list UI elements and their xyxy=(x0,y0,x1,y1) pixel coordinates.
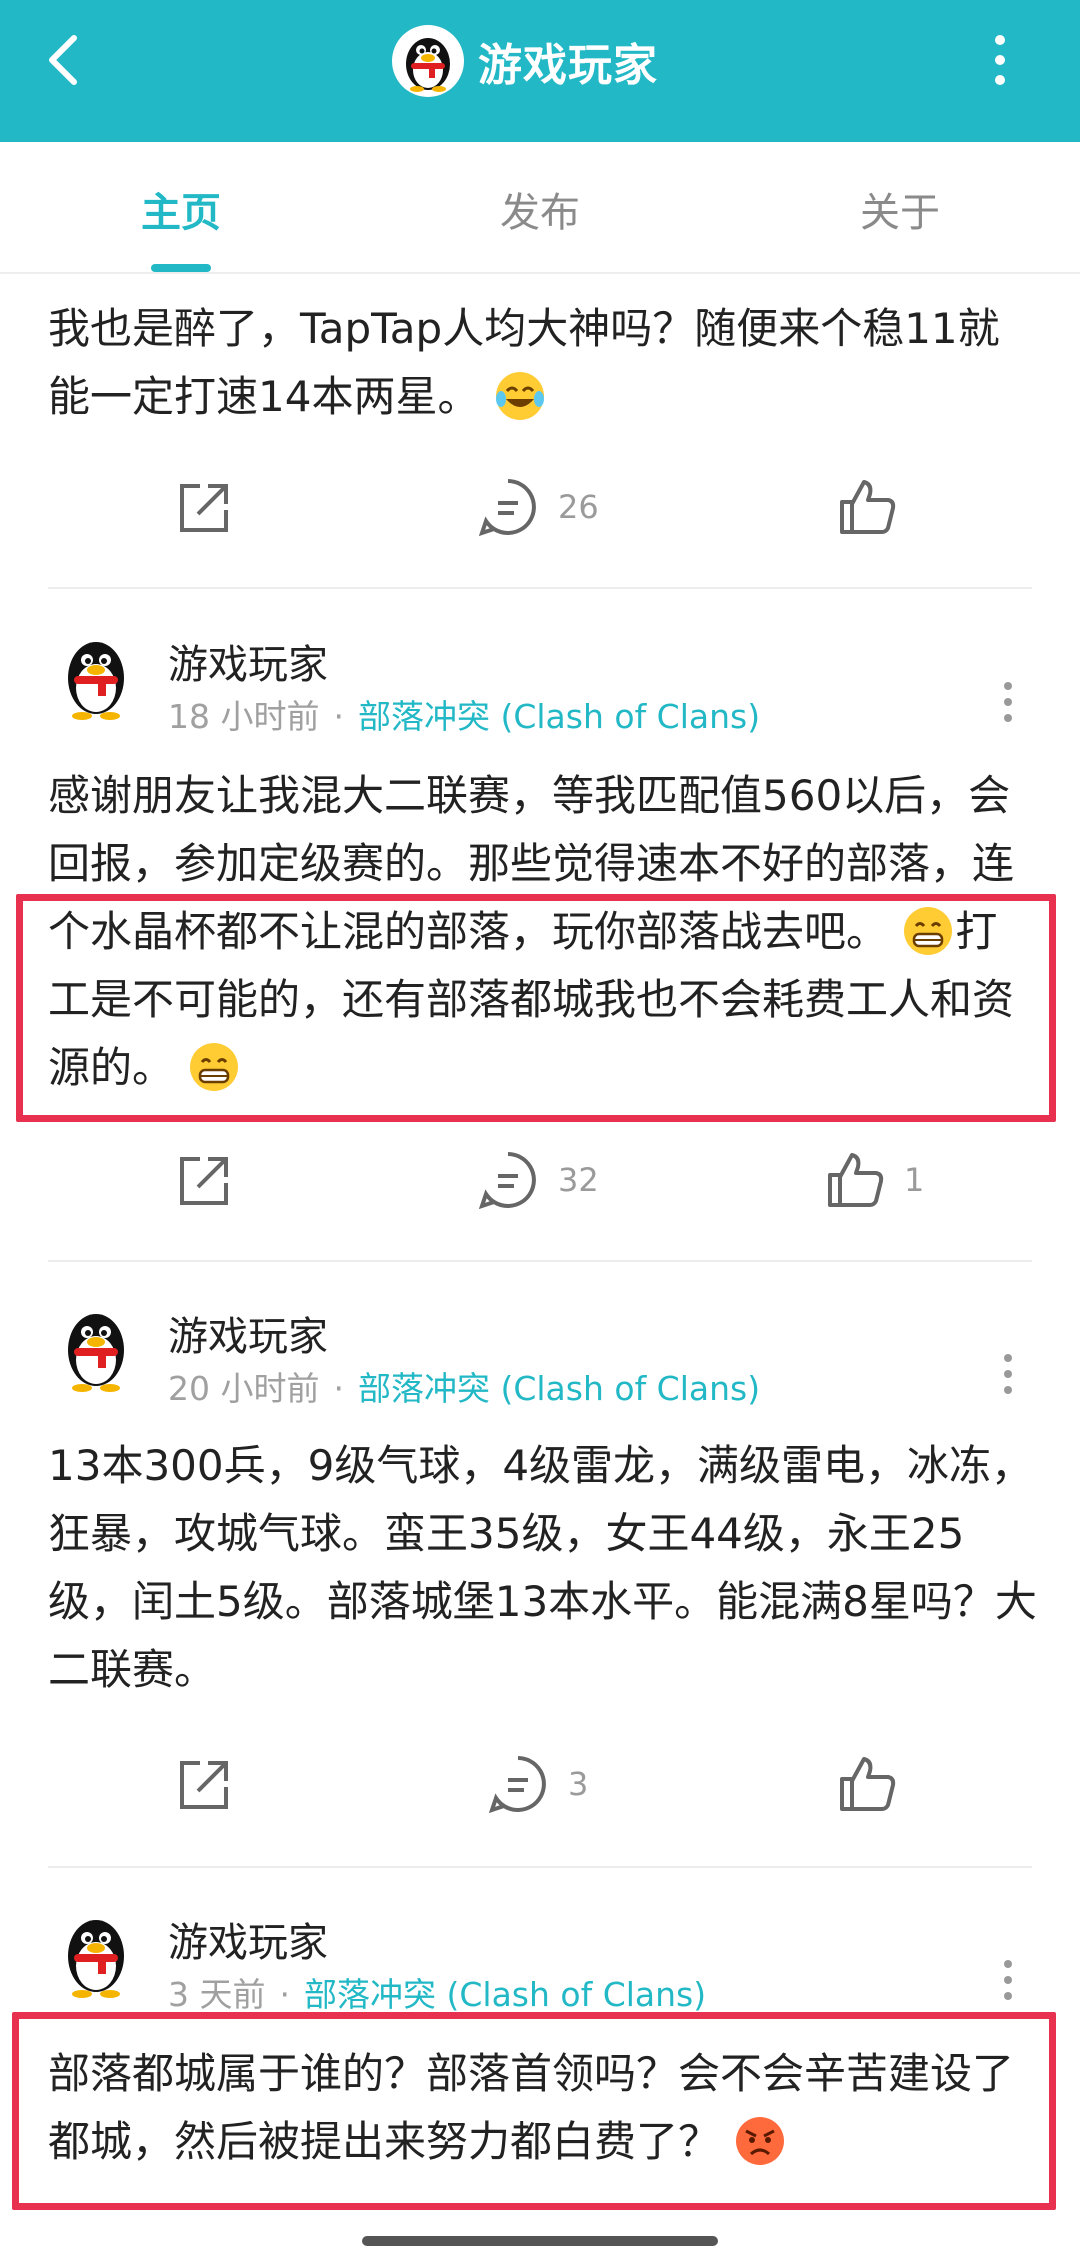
page-title: 游戏玩家 xyxy=(478,40,658,91)
tab-about[interactable]: 关于 xyxy=(800,180,1000,238)
tab-publish[interactable]: 发布 xyxy=(440,180,640,238)
post-time: 18 小时前 xyxy=(168,697,320,736)
post-more-icon[interactable] xyxy=(998,1350,1018,1400)
thumbs-up-icon xyxy=(840,480,896,534)
post-1-actions: 26 xyxy=(0,467,1080,547)
header-penguin-avatar xyxy=(392,25,464,97)
post-time: 3 天前 xyxy=(168,1975,266,2014)
share-button[interactable] xyxy=(172,1140,234,1220)
author-name[interactable]: 游戏玩家 xyxy=(168,1304,328,1362)
author-avatar[interactable] xyxy=(56,1910,136,2000)
highlight-box xyxy=(12,2012,1056,2210)
post-3-header: 游戏玩家 20 小时前 · 部落冲突 (Clash of Clans) xyxy=(0,1304,1080,1424)
author-avatar[interactable] xyxy=(56,632,136,722)
comment-bubble-icon xyxy=(478,1152,536,1210)
share-icon xyxy=(180,484,228,532)
divider xyxy=(48,1260,1032,1262)
comment-count: 32 xyxy=(558,1161,599,1199)
app-header: 游戏玩家 xyxy=(0,0,1080,142)
game-tag-link[interactable]: 部落冲突 (Clash of Clans) xyxy=(358,697,760,736)
post-3-actions: 3 xyxy=(0,1744,1080,1824)
comment-button[interactable]: 26 xyxy=(476,467,599,547)
share-button[interactable] xyxy=(172,1744,234,1824)
post-meta: 3 天前 · 部落冲突 (Clash of Clans) xyxy=(168,1968,706,2016)
like-button[interactable] xyxy=(836,1744,898,1824)
like-button[interactable]: 1 xyxy=(824,1140,924,1220)
comment-button[interactable]: 3 xyxy=(486,1744,588,1824)
tab-home[interactable]: 主页 xyxy=(81,180,281,238)
meta-separator: · xyxy=(279,1975,291,2014)
share-icon xyxy=(180,1157,228,1205)
post-more-icon[interactable] xyxy=(998,678,1018,728)
laughing-crying-emoji-icon xyxy=(495,372,544,420)
comment-bubble-icon xyxy=(488,1756,546,1814)
back-arrow-icon[interactable] xyxy=(40,30,90,90)
home-indicator[interactable] xyxy=(362,2236,718,2246)
post-meta: 18 小时前 · 部落冲突 (Clash of Clans) xyxy=(168,690,760,738)
comment-count: 26 xyxy=(558,488,599,526)
tab-bar: 主页 发布 关于 xyxy=(0,142,1080,274)
highlight-box xyxy=(16,894,1056,1122)
thumbs-up-icon xyxy=(840,1757,896,1811)
like-count: 1 xyxy=(904,1161,925,1199)
meta-separator: · xyxy=(333,697,344,736)
post-time: 20 小时前 xyxy=(168,1369,320,1408)
post-meta: 20 小时前 · 部落冲突 (Clash of Clans) xyxy=(168,1362,760,1410)
more-options-icon[interactable] xyxy=(985,32,1015,88)
post-more-icon[interactable] xyxy=(998,1956,1018,2006)
game-tag-link[interactable]: 部落冲突 (Clash of Clans) xyxy=(358,1369,760,1408)
author-name[interactable]: 游戏玩家 xyxy=(168,1910,328,1968)
post-1-text[interactable]: 我也是醉了，TapTap人均大神吗？随便来个稳11就能一定打速14本两星。 xyxy=(48,295,1038,431)
active-tab-indicator xyxy=(151,264,211,272)
post-2-actions: 32 1 xyxy=(0,1140,1080,1220)
meta-separator: · xyxy=(333,1369,344,1408)
author-name[interactable]: 游戏玩家 xyxy=(168,632,328,690)
post-2-header: 游戏玩家 18 小时前 · 部落冲突 (Clash of Clans) xyxy=(0,632,1080,752)
post-3-text[interactable]: 13本300兵，9级气球，4级雷龙，满级雷电，冰冻，狂暴，攻城气球。蛮王35级，… xyxy=(48,1432,1038,1704)
thumbs-up-icon xyxy=(828,1153,884,1207)
divider xyxy=(48,1866,1032,1868)
share-icon xyxy=(180,1761,228,1809)
comment-count: 3 xyxy=(568,1765,589,1803)
game-tag-link[interactable]: 部落冲突 (Clash of Clans) xyxy=(304,1975,706,2014)
like-button[interactable] xyxy=(836,467,898,547)
comment-bubble-icon xyxy=(478,479,536,537)
divider xyxy=(48,587,1032,589)
header-title-group: 游戏玩家 xyxy=(392,22,658,100)
comment-button[interactable]: 32 xyxy=(476,1140,599,1220)
author-avatar[interactable] xyxy=(56,1304,136,1394)
share-button[interactable] xyxy=(172,467,234,547)
